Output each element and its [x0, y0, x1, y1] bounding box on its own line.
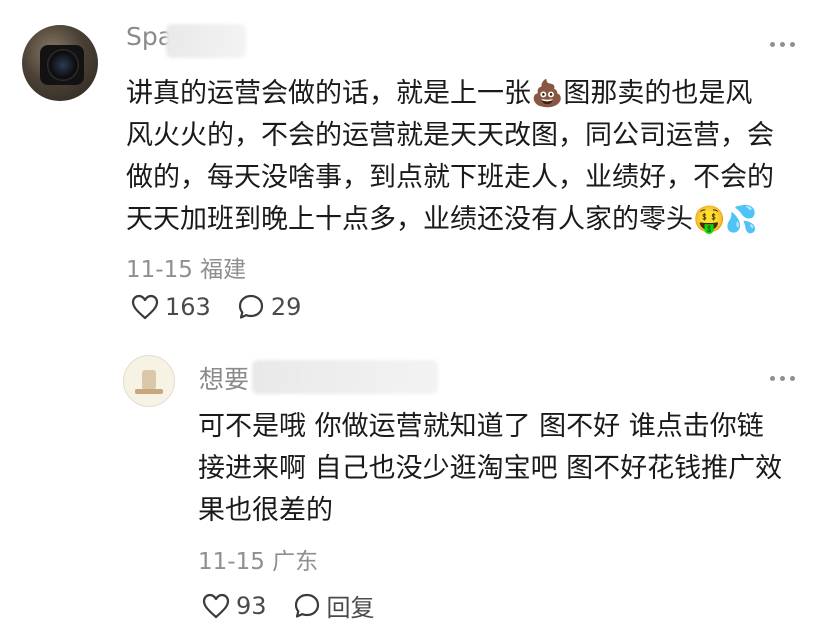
comment-actions: 163 29 [131, 293, 301, 321]
like-button[interactable]: 163 [131, 293, 211, 321]
username-redaction [166, 24, 246, 58]
reply-date: 11-15 [198, 549, 265, 575]
reply-button[interactable]: 回复 [293, 588, 375, 623]
like-count: 163 [165, 293, 211, 321]
reply-count-button[interactable]: 29 [237, 293, 302, 321]
more-options-icon[interactable] [770, 42, 795, 47]
reply-label: 回复 [326, 594, 375, 622]
reply-like-button[interactable]: 93 [202, 592, 267, 620]
sweat-droplets-emoji-icon: 💦 [725, 205, 758, 235]
reply-line-2: 接进来啊 自己也没少逛淘宝吧 图不好花钱推广效 [198, 453, 783, 484]
heart-icon [202, 593, 230, 618]
comment-line-3: 做的，每天没啥事，到点就下班走人，业绩好，不会的 [126, 162, 774, 193]
comment-icon [238, 294, 263, 319]
comment-text: 讲真的运营会做的话，就是上一张💩图那卖的也是风 风火火的，不会的运营就是天天改图… [126, 73, 774, 241]
heart-icon [131, 294, 159, 320]
reply-actions: 93 回复 [202, 588, 375, 623]
avatar[interactable] [22, 25, 98, 101]
reply-username[interactable]: 想要 [199, 360, 249, 396]
comment-line-2: 风火火的，不会的运营就是天天改图，同公司运营，会 [126, 120, 774, 151]
money-face-emoji-icon: 🤑 [693, 205, 726, 235]
reply-meta: 11-15 广东 [198, 542, 318, 576]
comment-location: 福建 [200, 257, 247, 283]
comment-icon [294, 593, 319, 618]
reply-avatar[interactable] [123, 355, 175, 407]
comment-line-1: 讲真的运营会做的话，就是上一张💩图那卖的也是风 [126, 78, 753, 109]
camera-image [40, 45, 84, 85]
comment-meta: 11-15 福建 [126, 250, 246, 284]
comment-date: 11-15 [126, 257, 193, 283]
reply-line-1: 可不是哦 你做运营就知道了 图不好 谁点击你链 [198, 411, 764, 442]
reply-text: 可不是哦 你做运营就知道了 图不好 谁点击你链 接进来啊 自己也没少逛淘宝吧 图… [198, 406, 782, 532]
reply-location: 广东 [272, 549, 319, 575]
reply-more-options-icon[interactable] [770, 376, 795, 381]
reply-line-3: 果也很差的 [198, 495, 333, 526]
reply-count: 29 [270, 293, 302, 321]
reply-username-redaction [252, 360, 438, 394]
comment-line-4: 天天加班到晚上十点多，业绩还没有人家的零头🤑💦 [126, 204, 758, 235]
reply-like-count: 93 [236, 591, 267, 620]
poop-emoji-icon: 💩 [531, 79, 564, 109]
